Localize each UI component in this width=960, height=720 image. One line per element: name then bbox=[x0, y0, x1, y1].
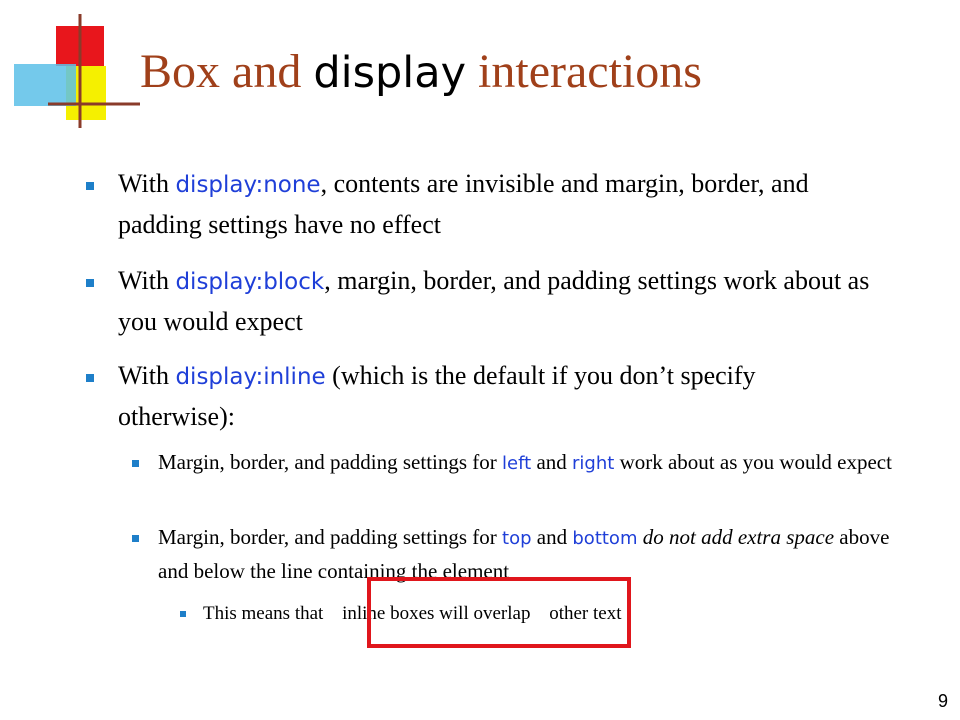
inline-box-highlight bbox=[367, 577, 631, 648]
bullet-marker bbox=[132, 535, 139, 542]
slide-content: With display:none, contents are invisibl… bbox=[0, 0, 960, 720]
bullet-marker bbox=[180, 611, 186, 617]
bullet-display-block: With display:block, margin, border, and … bbox=[118, 266, 870, 336]
bullet-marker bbox=[86, 279, 94, 287]
page-number: 9 bbox=[937, 691, 948, 711]
bullet-display-inline: With display:inline (which is the defaul… bbox=[118, 361, 756, 431]
bullet-marker bbox=[86, 374, 94, 382]
sub-bullet-left-right: Margin, border, and padding settings for… bbox=[158, 450, 892, 474]
bullet-marker bbox=[86, 182, 94, 190]
bullet-display-none: With display:none, contents are invisibl… bbox=[118, 169, 809, 239]
bullet-marker bbox=[132, 460, 139, 467]
